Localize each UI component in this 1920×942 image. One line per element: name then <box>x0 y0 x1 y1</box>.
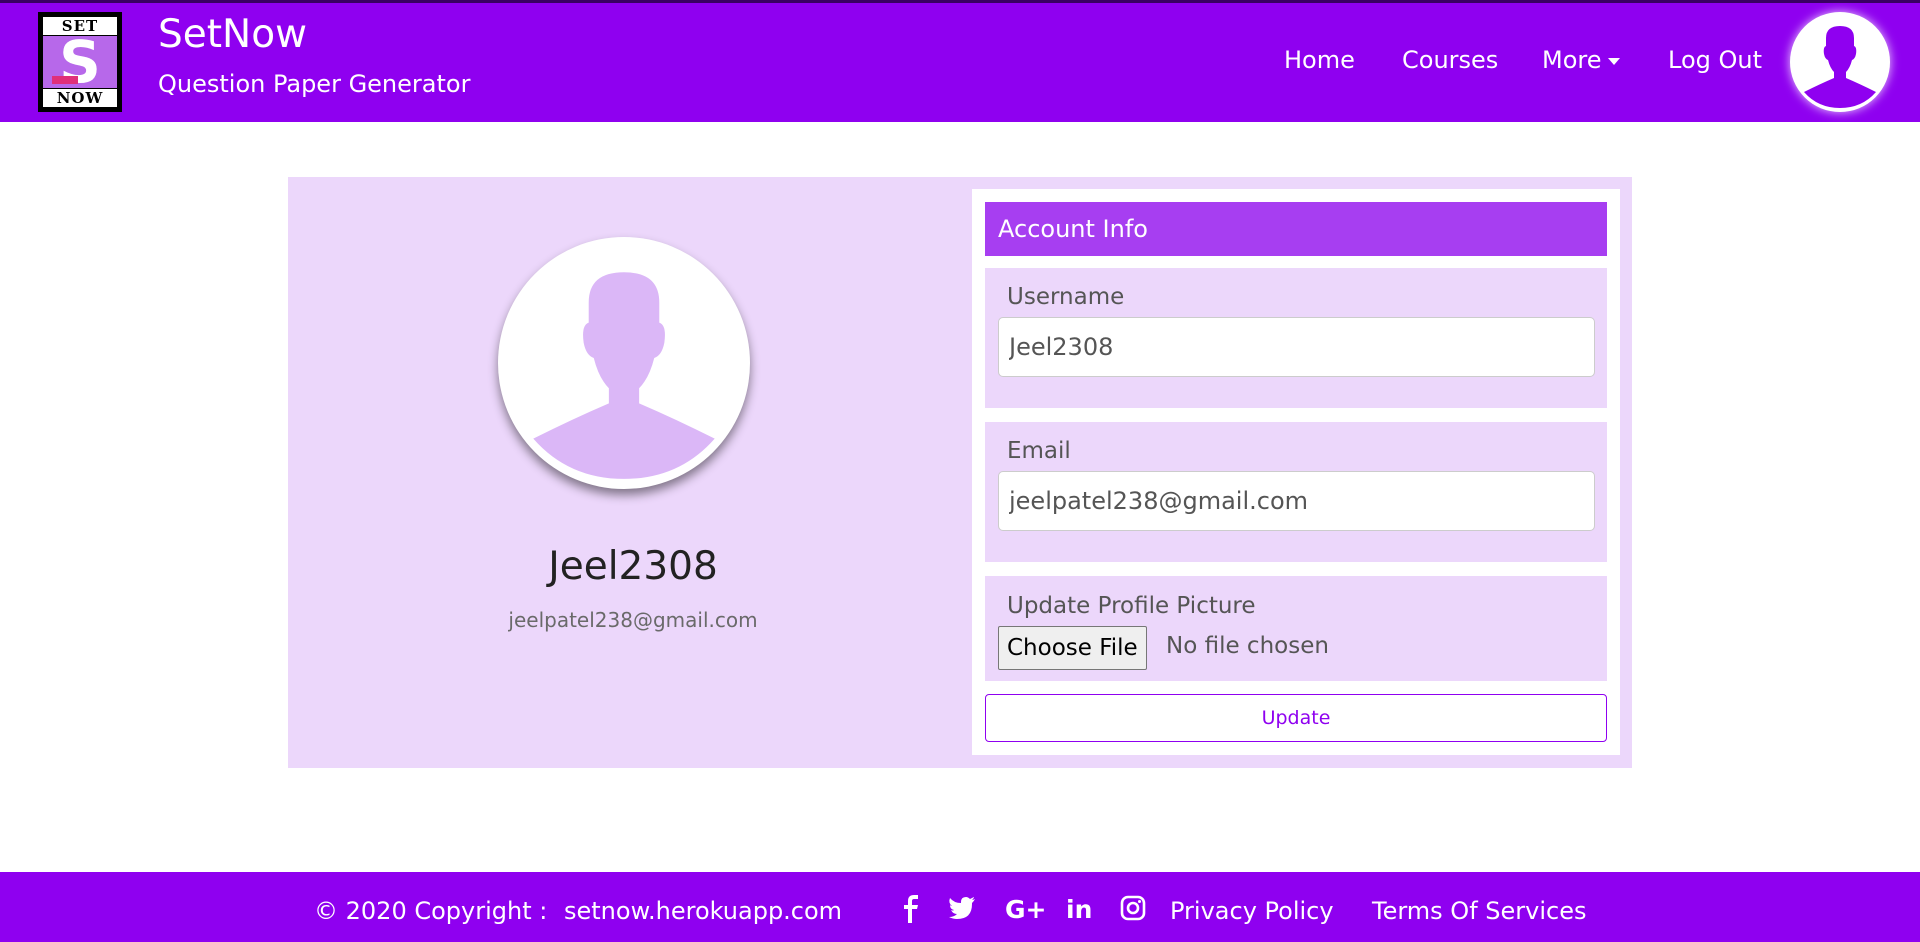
google-plus-icon[interactable]: G+ <box>1005 895 1046 924</box>
brand-title[interactable]: SetNow <box>158 12 307 57</box>
profile-email: jeelpatel238@gmail.com <box>508 608 758 632</box>
email-input[interactable] <box>998 471 1595 531</box>
facebook-glyph <box>904 895 918 923</box>
copyright-text: © 2020 Copyright : <box>314 897 548 925</box>
site-link[interactable]: setnow.herokuapp.com <box>564 897 842 925</box>
brand-subtitle: Question Paper Generator <box>158 70 471 98</box>
profile-picture <box>498 237 750 489</box>
nav-home-link[interactable]: Home <box>1284 46 1355 74</box>
account-info-heading: Account Info <box>985 202 1607 256</box>
logo-top-text: SET <box>43 17 117 35</box>
user-avatar-icon[interactable] <box>1790 12 1890 112</box>
nav-courses-link[interactable]: Courses <box>1402 46 1498 74</box>
twitter-icon[interactable] <box>948 895 976 927</box>
terms-of-services-link[interactable]: Terms Of Services <box>1372 897 1586 925</box>
facebook-icon[interactable] <box>902 895 920 929</box>
caret-down-icon <box>1607 57 1620 65</box>
instagram-glyph <box>1120 895 1146 921</box>
setnow-logo[interactable]: SET S NOW <box>38 12 122 112</box>
privacy-policy-link[interactable]: Privacy Policy <box>1170 897 1334 925</box>
user-silhouette-icon <box>1804 26 1876 108</box>
nav-logout-link[interactable]: Log Out <box>1668 46 1762 74</box>
username-input[interactable] <box>998 317 1595 377</box>
linkedin-icon[interactable]: in <box>1066 895 1092 924</box>
logo-accent <box>52 76 78 84</box>
email-label: Email <box>1007 438 1071 464</box>
update-picture-label: Update Profile Picture <box>1007 593 1256 619</box>
update-button[interactable]: Update <box>985 694 1607 742</box>
profile-name: Jeel2308 <box>548 544 718 589</box>
instagram-icon[interactable] <box>1120 895 1146 927</box>
user-silhouette-icon <box>533 272 715 479</box>
logo-bottom-text: NOW <box>43 89 117 107</box>
nav-more-dropdown[interactable]: More <box>1542 46 1620 74</box>
username-label: Username <box>1007 284 1125 310</box>
file-status-text: No file chosen <box>1166 633 1329 659</box>
twitter-glyph <box>949 897 975 919</box>
nav-more-label: More <box>1542 46 1602 74</box>
choose-file-button[interactable]: Choose File <box>998 626 1147 670</box>
